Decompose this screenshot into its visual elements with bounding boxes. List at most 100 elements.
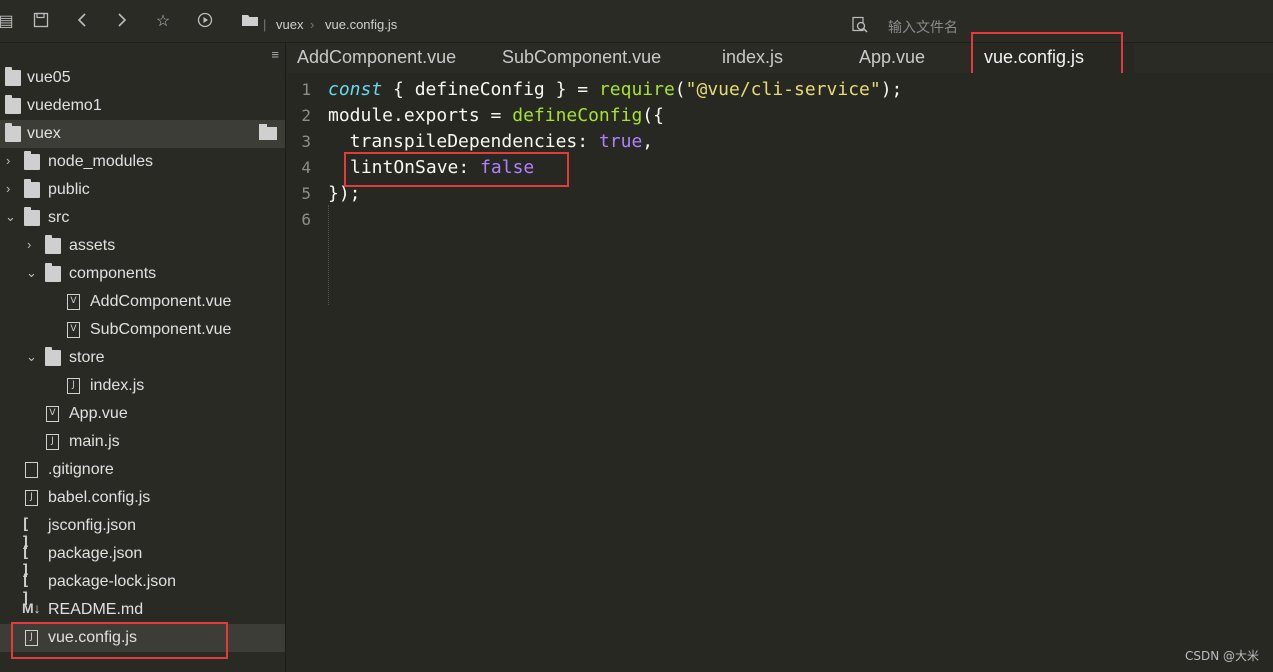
chevron-down-icon[interactable]: ⌄	[26, 265, 38, 281]
tree-item-babel-config[interactable]: J babel.config.js	[0, 484, 285, 512]
tree-item-gitignore[interactable]: .gitignore	[0, 456, 285, 484]
tree-item-subcomponent[interactable]: V SubComponent.vue	[0, 316, 285, 344]
tree-item-label: public	[48, 181, 90, 198]
tree-item-public[interactable]: › public	[0, 176, 285, 204]
token-text: { defineConfig } =	[382, 79, 599, 100]
tab-subcomponent[interactable]: SubComponent.vue	[502, 43, 702, 73]
chevron-down-icon[interactable]: ⌄	[5, 209, 17, 225]
token-punct: ,	[642, 131, 654, 152]
token-property: lintOnSave	[350, 157, 459, 178]
markdown-file-icon: M↓	[22, 600, 41, 616]
sidebar-menu-icon[interactable]: ≡	[271, 47, 279, 62]
folder-icon[interactable]	[240, 12, 260, 32]
tree-item-label: package.json	[48, 545, 143, 562]
code-text: transpileDependencies: true,	[328, 131, 653, 152]
tree-item-vuedemo1[interactable]: vuedemo1	[0, 92, 285, 120]
token-punct: );	[880, 79, 903, 100]
folder-icon	[45, 263, 61, 282]
chevron-right-icon[interactable]: ›	[6, 153, 18, 168]
token-keyword: const	[328, 79, 383, 100]
code-text: const { defineConfig } = require("@vue/c…	[328, 79, 902, 100]
line-number: 5	[301, 184, 311, 203]
tree-item-index-js[interactable]: J index.js	[0, 372, 285, 400]
tree-item-assets[interactable]: › assets	[0, 232, 285, 260]
tree-item-label: .gitignore	[48, 461, 114, 478]
token-punct: (	[674, 79, 686, 100]
code-line-4: 4 lintOnSave: false	[286, 155, 1273, 181]
watermark: CSDN @大米	[1184, 649, 1259, 663]
tree-item-label: vuedemo1	[27, 97, 102, 114]
back-icon[interactable]	[72, 12, 92, 32]
vue-file-icon: V	[46, 406, 59, 422]
tree-item-vue05[interactable]: vue05	[0, 64, 285, 92]
open-folder-icon[interactable]	[259, 124, 277, 140]
tree-item-package-lock[interactable]: [ ] package-lock.json	[0, 568, 285, 607]
forward-icon[interactable]	[112, 12, 132, 32]
file-icon	[25, 462, 38, 478]
tree-item-node-modules[interactable]: › node_modules	[0, 148, 285, 176]
js-file-icon: J	[67, 378, 80, 394]
breadcrumb-item-file[interactable]: vue.config.js	[325, 17, 397, 32]
token-function: defineConfig	[512, 105, 643, 126]
code-text: });	[328, 183, 361, 204]
tab-app-vue[interactable]: App.vue	[859, 43, 979, 73]
chevron-right-icon[interactable]: ›	[6, 181, 18, 196]
folder-icon	[5, 95, 21, 114]
editor-tab-bar: AddComponent.vue SubComponent.vue index.…	[286, 43, 1273, 73]
star-icon[interactable]: ☆	[153, 12, 173, 32]
token-string: "@vue/cli-service"	[685, 79, 881, 100]
js-file-icon: J	[25, 490, 38, 506]
line-number: 4	[301, 158, 311, 177]
tree-item-package-json[interactable]: [ ] package.json	[0, 540, 285, 579]
file-search-input[interactable]	[886, 16, 1140, 38]
tab-vue-config[interactable]: vue.config.js	[972, 43, 1134, 73]
token-property: transpileDependencies	[328, 131, 578, 152]
tab-addcomponent[interactable]: AddComponent.vue	[297, 43, 497, 73]
line-number: 6	[301, 210, 311, 229]
tree-item-components[interactable]: ⌄ components	[0, 260, 285, 288]
token-punct: :	[577, 131, 599, 152]
sidebar-toggle-icon[interactable]: ▤	[0, 12, 16, 32]
code-editor[interactable]: 1 const { defineConfig } = require("@vue…	[286, 73, 1273, 672]
folder-icon	[45, 347, 61, 366]
chevron-right-icon[interactable]: ›	[27, 237, 39, 252]
tab-index-js[interactable]: index.js	[722, 43, 842, 73]
save-icon[interactable]	[31, 12, 51, 32]
js-file-icon: J	[25, 630, 38, 646]
file-search	[848, 14, 1148, 38]
search-file-icon[interactable]	[850, 16, 870, 36]
tree-item-app-vue[interactable]: V App.vue	[0, 400, 285, 428]
tree-item-readme[interactable]: M↓ README.md	[0, 596, 285, 624]
tree-item-jsconfig[interactable]: [ ] jsconfig.json	[0, 512, 285, 551]
breadcrumb-chevron-icon: ›	[310, 17, 315, 32]
tree-item-store[interactable]: ⌄ store	[0, 344, 285, 372]
tree-item-label: jsconfig.json	[48, 517, 137, 534]
tree-item-vuex[interactable]: vuex	[0, 120, 285, 148]
tree-item-label: AddComponent.vue	[90, 293, 232, 310]
tree-item-main-js[interactable]: J main.js	[0, 428, 285, 456]
code-text: lintOnSave: false	[350, 157, 534, 178]
chevron-down-icon[interactable]: ⌄	[26, 349, 38, 365]
breadcrumb-item-vuex[interactable]: vuex	[276, 17, 303, 32]
file-tree-sidebar: ≡ vue05 vuedemo1 vuex › node_modules › p…	[0, 43, 286, 672]
line-number: 1	[301, 80, 311, 99]
vue-file-icon: V	[67, 294, 80, 310]
token-punct: ({	[642, 105, 664, 126]
tree-item-label: App.vue	[69, 405, 128, 422]
tree-item-label: vuex	[27, 125, 61, 142]
tree-item-vue-config[interactable]: J vue.config.js	[0, 624, 285, 652]
line-number: 2	[301, 106, 311, 125]
tree-item-src[interactable]: ⌄ src	[0, 204, 285, 232]
vue-file-icon: V	[67, 322, 80, 338]
tree-item-label: src	[48, 209, 70, 226]
folder-icon	[45, 235, 61, 254]
folder-icon	[5, 67, 21, 86]
folder-icon	[5, 123, 21, 142]
tree-item-label: assets	[69, 237, 116, 254]
js-file-icon: J	[46, 434, 59, 450]
run-icon[interactable]	[195, 12, 215, 32]
tree-item-addcomponent[interactable]: V AddComponent.vue	[0, 288, 285, 316]
tree-item-label: components	[69, 265, 157, 282]
tree-item-label: store	[69, 349, 105, 366]
code-line-6: 6	[286, 207, 1273, 233]
